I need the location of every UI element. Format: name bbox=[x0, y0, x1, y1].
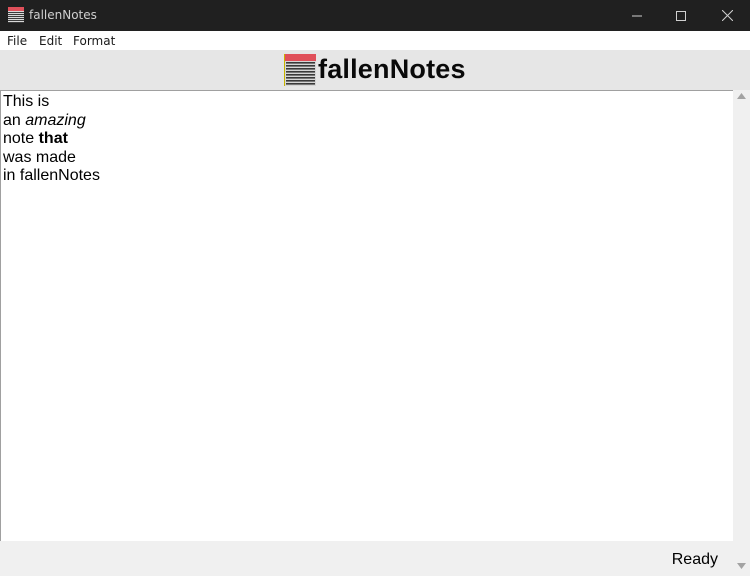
close-icon bbox=[721, 10, 733, 21]
status-bar: Ready bbox=[0, 541, 733, 576]
note-text-span: note bbox=[3, 130, 39, 148]
menu-bar: File Edit Format bbox=[0, 31, 750, 50]
notes-app-icon bbox=[8, 7, 24, 23]
app-title: fallenNotes bbox=[318, 54, 466, 84]
menu-file[interactable]: File bbox=[7, 34, 27, 48]
note-line-4: was made bbox=[3, 149, 100, 168]
vertical-scrollbar[interactable] bbox=[733, 90, 750, 576]
note-line-5: in fallenNotes bbox=[3, 167, 100, 186]
menu-format[interactable]: Format bbox=[73, 34, 115, 48]
close-button[interactable] bbox=[704, 0, 750, 31]
note-line-3: note that bbox=[3, 130, 100, 149]
note-editor[interactable]: This is an amazing note that was made in… bbox=[0, 90, 733, 541]
title-bar: fallenNotes bbox=[0, 0, 750, 31]
note-text-span: was made bbox=[3, 148, 76, 166]
note-line-2: an amazing bbox=[3, 112, 100, 131]
note-text-span: an bbox=[3, 111, 26, 129]
bold-text: that bbox=[38, 130, 68, 148]
scroll-down-arrow-icon[interactable] bbox=[737, 563, 746, 569]
menu-edit[interactable]: Edit bbox=[39, 34, 62, 48]
minimize-button[interactable] bbox=[614, 0, 660, 31]
note-text: This is an amazing note that was made in… bbox=[3, 93, 100, 186]
status-text: Ready bbox=[671, 551, 718, 568]
note-line-1: This is bbox=[3, 93, 100, 112]
maximize-button[interactable] bbox=[658, 0, 704, 31]
note-text-span: This is bbox=[3, 93, 50, 110]
scroll-up-arrow-icon[interactable] bbox=[737, 93, 746, 99]
italic-text: amazing bbox=[25, 111, 86, 129]
minimize-icon bbox=[632, 15, 642, 16]
window-title: fallenNotes bbox=[29, 8, 97, 22]
notes-logo-icon bbox=[284, 54, 316, 86]
note-text-span: in fallenNotes bbox=[3, 167, 100, 185]
maximize-icon bbox=[676, 10, 686, 21]
